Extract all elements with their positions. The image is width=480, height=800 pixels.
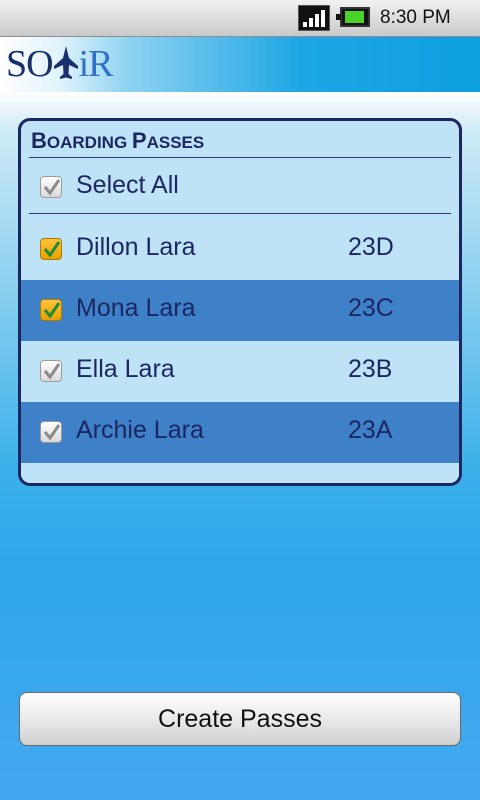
divider [29,157,451,158]
airplane-icon [53,44,79,80]
passenger-name: Dillon Lara [76,233,196,261]
status-time: 8:30 PM [380,7,451,28]
passenger-seat: 23D [348,233,394,261]
passenger-seat: 23C [348,294,394,322]
passenger-checkbox[interactable] [40,299,62,321]
passenger-row[interactable]: Mona Lara 23C [21,280,459,341]
passenger-seat: 23B [348,355,393,383]
select-all-row[interactable]: Select All [21,159,459,213]
passenger-row[interactable]: Ella Lara 23B [21,341,459,402]
passenger-checkbox[interactable] [40,360,62,382]
app-header: SO iR [0,37,480,92]
divider [29,213,451,214]
soair-logo: SO iR [6,43,113,85]
panel-title-text: OARDING PASSES [46,128,205,153]
select-all-label: Select All [76,171,179,199]
battery-icon [336,7,370,27]
signal-strength-icon [298,5,330,31]
passenger-seat: 23A [348,416,393,444]
select-all-checkbox[interactable] [40,176,62,198]
passenger-checkbox[interactable] [40,238,62,260]
boarding-passes-panel: BOARDING PASSES Select All Dillon Lara 23… [18,118,462,486]
passenger-name: Mona Lara [76,294,196,322]
create-passes-button[interactable]: Create Passes [19,692,461,746]
passenger-row[interactable]: Archie Lara 23A [21,402,459,463]
passenger-name: Archie Lara [76,416,204,444]
panel-title: BOARDING PASSES [31,128,205,153]
passenger-row[interactable]: Dillon Lara 23D [21,219,459,280]
passenger-name: Ella Lara [76,355,175,383]
passenger-checkbox[interactable] [40,421,62,443]
status-bar: 8:30 PM [0,0,480,37]
